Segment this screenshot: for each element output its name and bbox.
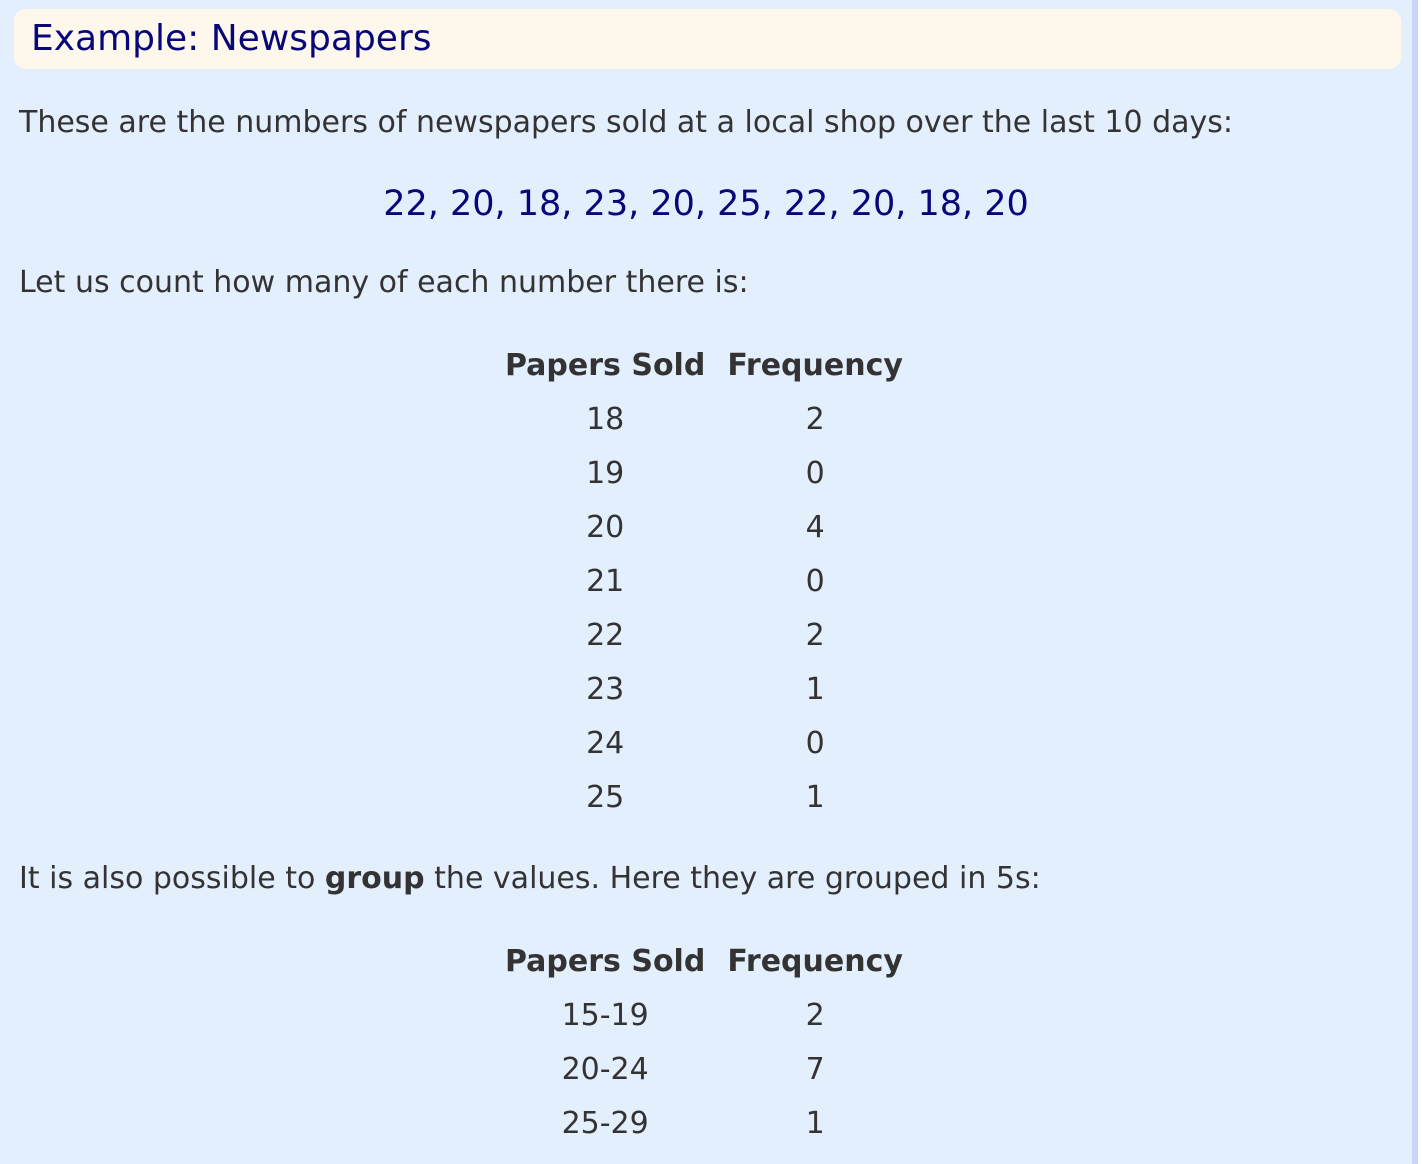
table-row: 19 0 (494, 446, 914, 500)
frequency-cell: 7 (805, 1051, 825, 1087)
group-intro-after: the values. Here they are grouped in 5s: (424, 861, 1041, 896)
frequency-cell: 2 (805, 997, 825, 1033)
table-row: 20-24 7 (494, 1042, 914, 1096)
header-papers-sold: Papers Sold (505, 347, 706, 383)
table-row: 25 1 (494, 770, 914, 824)
papers-sold-cell: 19 (586, 455, 625, 491)
frequency-cell: 0 (805, 455, 825, 491)
table-row: 21 0 (494, 554, 914, 608)
group-intro-before: It is also possible to (19, 861, 325, 896)
frequency-cell: 1 (805, 671, 825, 707)
papers-sold-cell: 20 (586, 509, 625, 545)
frequency-cell: 0 (805, 563, 825, 599)
frequency-cell: 0 (805, 725, 825, 761)
papers-sold-cell: 25 (586, 779, 625, 815)
table-row: 20 4 (494, 500, 914, 554)
grouped-frequency-table: Papers Sold Frequency 15-19 2 20-24 7 25… (494, 934, 914, 1150)
papers-sold-cell: 23 (586, 671, 625, 707)
header-frequency: Frequency (727, 943, 903, 979)
table-header-row: Papers Sold Frequency (494, 934, 914, 988)
papers-sold-range-cell: 25-29 (561, 1105, 649, 1141)
table-row: 22 2 (494, 608, 914, 662)
count-intro-text: Let us count how many of each number the… (19, 265, 749, 300)
intro-text: These are the numbers of newspapers sold… (19, 105, 1234, 140)
table-row: 15-19 2 (494, 988, 914, 1042)
group-intro-text: It is also possible to group the values.… (19, 861, 1041, 897)
table-row: 23 1 (494, 662, 914, 716)
table-row: 25-29 1 (494, 1096, 914, 1150)
header-frequency: Frequency (727, 347, 903, 383)
table-row: 18 2 (494, 392, 914, 446)
table-row: 24 0 (494, 716, 914, 770)
frequency-cell: 4 (805, 509, 825, 545)
example-title: Example: Newspapers (14, 9, 1401, 69)
frequency-cell: 1 (805, 1105, 825, 1141)
frequency-cell: 1 (805, 779, 825, 815)
papers-sold-cell: 24 (586, 725, 625, 761)
frequency-table: Papers Sold Frequency 18 2 19 0 20 4 21 … (494, 338, 914, 824)
frequency-cell: 2 (805, 617, 825, 653)
group-intro-bold: group (324, 861, 425, 896)
papers-sold-cell: 22 (586, 617, 625, 653)
example-box: Example: Newspapers These are the number… (0, 0, 1418, 1164)
papers-sold-range-cell: 15-19 (561, 997, 649, 1033)
frequency-cell: 2 (805, 401, 825, 437)
header-papers-sold: Papers Sold (505, 943, 706, 979)
table-header-row: Papers Sold Frequency (494, 338, 914, 392)
papers-sold-cell: 21 (586, 563, 625, 599)
papers-sold-cell: 18 (586, 401, 625, 437)
data-sequence: 22, 20, 18, 23, 20, 25, 22, 20, 18, 20 (383, 184, 1029, 224)
papers-sold-range-cell: 20-24 (561, 1051, 649, 1087)
